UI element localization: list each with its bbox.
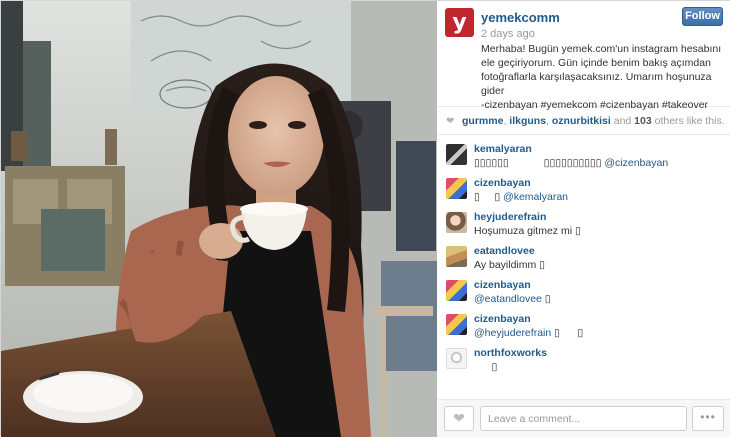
instagram-post-embed: y yemekcomm 2 days ago Follow Merhaba! B… bbox=[0, 0, 730, 437]
commenter-username[interactable]: eatandlovee bbox=[474, 245, 535, 257]
commenter-username[interactable]: cizenbayan bbox=[474, 177, 531, 189]
comment-item: cizenbayan @eatandlovee ▯ bbox=[438, 275, 730, 309]
post-sidebar: y yemekcomm 2 days ago Follow Merhaba! B… bbox=[438, 1, 730, 437]
comment-text: ▯ bbox=[474, 361, 498, 373]
commenter-avatar[interactable] bbox=[446, 144, 467, 165]
comment-text: ▯▯▯▯▯▯ ▯▯▯▯▯▯▯▯▯▯ @cizenbayan bbox=[474, 157, 668, 169]
likes-count[interactable]: 103 bbox=[634, 115, 652, 127]
likes-and-text: and bbox=[610, 115, 635, 127]
liker-link[interactable]: gurmme bbox=[462, 115, 503, 127]
comment-list: kemalyaran ▯▯▯▯▯▯ ▯▯▯▯▯▯▯▯▯▯ @cizenbayan… bbox=[438, 139, 730, 397]
post-age: 2 days ago bbox=[481, 28, 535, 40]
comment-text-part: ▯ ▯ bbox=[474, 191, 504, 203]
comment-text-part: ▯ bbox=[474, 361, 498, 373]
comment-text: Hoşumuza gitmez mi ▯ bbox=[474, 225, 581, 237]
comment-footer: ❤ ••• bbox=[438, 399, 730, 437]
heart-icon: ❤ bbox=[446, 116, 455, 127]
likes-summary: ❤ gurmme, ilkguns, oznurbitkisi and 103 … bbox=[438, 108, 730, 135]
comment-text-part: ▯▯▯▯▯▯ ▯▯▯▯▯▯▯▯▯▯ bbox=[474, 157, 605, 169]
comment-text: @eatandlovee ▯ bbox=[474, 293, 551, 305]
comment-input[interactable] bbox=[480, 406, 687, 431]
comment-item: eatandlovee Ay bayildimm ▯ bbox=[438, 241, 730, 275]
commenter-username[interactable]: northfoxworks bbox=[474, 347, 547, 359]
comment-item: cizenbayan @heyjuderefrain ▯ ▯ bbox=[438, 309, 730, 343]
like-button[interactable]: ❤ bbox=[444, 406, 474, 431]
post-photo[interactable] bbox=[1, 1, 437, 437]
comment-item: kemalyaran ▯▯▯▯▯▯ ▯▯▯▯▯▯▯▯▯▯ @cizenbayan bbox=[438, 139, 730, 173]
comment-text: ▯ ▯ @kemalyaran bbox=[474, 191, 568, 203]
account-username[interactable]: yemekcomm bbox=[481, 10, 560, 25]
comment-item: heyjuderefrain Hoşumuza gitmez mi ▯ bbox=[438, 207, 730, 241]
post-header: y yemekcomm 2 days ago Follow Merhaba! B… bbox=[438, 1, 730, 111]
commenter-avatar[interactable] bbox=[446, 178, 467, 199]
follow-button[interactable]: Follow bbox=[682, 7, 723, 26]
comment-mention-link[interactable]: @eatandlovee bbox=[474, 293, 542, 305]
account-avatar[interactable]: y bbox=[445, 8, 474, 37]
commenter-avatar[interactable] bbox=[446, 348, 467, 369]
comment-mention-link[interactable]: @cizenbayan bbox=[604, 157, 668, 169]
heart-icon: ❤ bbox=[453, 410, 465, 426]
comment-text-part: ▯ bbox=[541, 293, 551, 305]
commenter-avatar[interactable] bbox=[446, 314, 467, 335]
commenter-username[interactable]: cizenbayan bbox=[474, 279, 531, 291]
comment-mention-link[interactable]: @heyjuderefrain bbox=[474, 327, 551, 339]
woman-with-coffee-cup-image bbox=[1, 1, 437, 437]
comment-text: @heyjuderefrain ▯ ▯ bbox=[474, 327, 583, 339]
more-options-button[interactable]: ••• bbox=[692, 406, 724, 431]
comment-text-part: Hoşumuza gitmez mi ▯ bbox=[474, 225, 581, 237]
commenter-avatar[interactable] bbox=[446, 280, 467, 301]
comment-item: northfoxworks ▯ bbox=[438, 343, 730, 377]
comment-text: Ay bayildimm ▯ bbox=[474, 259, 545, 271]
comment-mention-link[interactable]: @kemalyaran bbox=[503, 191, 568, 203]
comment-item: cizenbayan ▯ ▯ @kemalyaran bbox=[438, 173, 730, 207]
commenter-avatar[interactable] bbox=[446, 212, 467, 233]
liker-link[interactable]: oznurbitkisi bbox=[552, 115, 611, 127]
liker-link[interactable]: ilkguns bbox=[509, 115, 546, 127]
commenter-username[interactable]: heyjuderefrain bbox=[474, 211, 546, 223]
comment-text-part: Ay bayildimm ▯ bbox=[474, 259, 545, 271]
likes-tail-text: others like this. bbox=[651, 115, 725, 127]
commenter-username[interactable]: cizenbayan bbox=[474, 313, 531, 325]
commenter-username[interactable]: kemalyaran bbox=[474, 143, 532, 155]
comment-text-part: ▯ ▯ bbox=[551, 327, 584, 339]
post-caption: Merhaba! Bugün yemek.com'un instagram he… bbox=[481, 43, 722, 111]
commenter-avatar[interactable] bbox=[446, 246, 467, 267]
